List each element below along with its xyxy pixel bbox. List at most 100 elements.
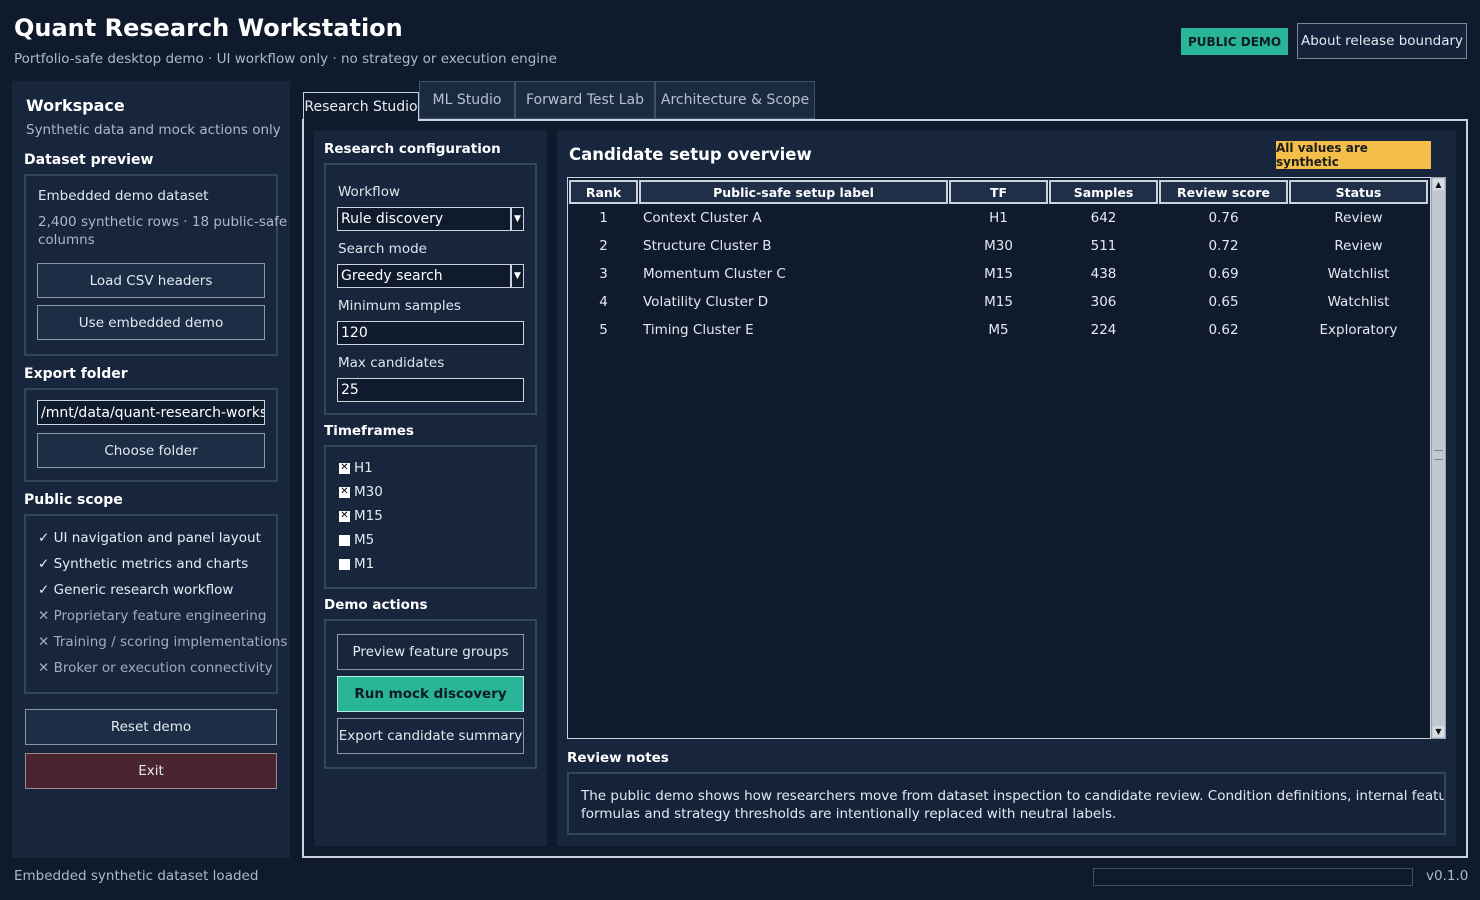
preview-feature-groups-button[interactable]: Preview feature groups — [337, 634, 524, 670]
dataset-preview-heading: Dataset preview — [24, 152, 154, 168]
table-cell[interactable]: 642 — [1049, 210, 1158, 226]
scrollbar-grip-icon[interactable] — [1434, 450, 1443, 460]
table-cell[interactable]: 438 — [1049, 266, 1158, 282]
table-cell[interactable]: 0.62 — [1159, 322, 1288, 338]
workflow-label: Workflow — [338, 184, 400, 200]
tab-architecture-scope[interactable]: Architecture & Scope — [655, 81, 815, 119]
checkbox-unchecked-icon[interactable] — [339, 558, 350, 570]
tab-research-studio[interactable]: Research Studio — [303, 92, 419, 121]
table-cell[interactable]: 4 — [569, 294, 638, 310]
table-cell[interactable]: Watchlist — [1289, 266, 1428, 282]
table-cell[interactable]: 1 — [569, 210, 638, 226]
review-notes-text: The public demo shows how researchers mo… — [567, 772, 1446, 835]
scope-item: ✓ UI navigation and panel layout — [38, 530, 261, 546]
run-mock-discovery-button[interactable]: Run mock discovery — [337, 676, 524, 712]
column-header-setup-label[interactable]: Public-safe setup label — [639, 180, 948, 204]
table-cell[interactable]: Momentum Cluster C — [643, 266, 786, 282]
checkbox-checked-icon[interactable]: ✕ — [339, 486, 350, 498]
sidebar-subtitle: Synthetic data and mock actions only — [26, 122, 281, 138]
timeframes-heading: Timeframes — [324, 423, 414, 439]
table-cell[interactable]: Review — [1289, 238, 1428, 254]
search-mode-select[interactable]: Greedy search — [337, 264, 511, 288]
status-bar-text: Embedded synthetic dataset loaded — [14, 868, 259, 884]
export-folder-heading: Export folder — [24, 366, 128, 382]
reset-demo-button[interactable]: Reset demo — [25, 709, 277, 745]
search-mode-dropdown-arrow-icon[interactable]: ▼ — [511, 264, 524, 288]
progress-bar — [1093, 868, 1413, 886]
research-config-heading: Research configuration — [324, 141, 501, 157]
workflow-dropdown-arrow-icon[interactable]: ▼ — [511, 207, 524, 231]
column-header-tf[interactable]: TF — [949, 180, 1048, 204]
table-scrollbar[interactable]: ▲ ▼ — [1431, 177, 1446, 739]
min-samples-label: Minimum samples — [338, 298, 461, 314]
scope-item: ✕ Broker or execution connectivity — [38, 660, 273, 676]
exit-button[interactable]: Exit — [25, 753, 277, 789]
app-title: Quant Research Workstation — [14, 14, 403, 42]
table-cell[interactable]: 3 — [569, 266, 638, 282]
scope-item: ✕ Training / scoring implementations — [38, 634, 288, 650]
scroll-down-arrow-icon[interactable]: ▼ — [1433, 726, 1444, 737]
load-csv-headers-button[interactable]: Load CSV headers — [37, 263, 265, 298]
max-candidates-input[interactable]: 25 — [337, 378, 524, 402]
tab-ml-studio[interactable]: ML Studio — [419, 81, 515, 119]
dataset-description-line1: 2,400 synthetic rows · 18 public-safe — [38, 214, 288, 230]
table-cell[interactable]: 0.65 — [1159, 294, 1288, 310]
table-cell[interactable]: 2 — [569, 238, 638, 254]
table-cell[interactable]: Timing Cluster E — [643, 322, 754, 338]
table-cell[interactable]: 306 — [1049, 294, 1158, 310]
public-scope-heading: Public scope — [24, 492, 123, 508]
scroll-up-arrow-icon[interactable]: ▲ — [1433, 179, 1444, 190]
public-demo-badge: PUBLIC DEMO — [1181, 28, 1288, 55]
dataset-description-line2: columns — [38, 232, 95, 248]
table-cell[interactable]: M5 — [949, 322, 1048, 338]
scope-item: ✕ Proprietary feature engineering — [38, 608, 267, 624]
scope-item: ✓ Synthetic metrics and charts — [38, 556, 249, 572]
table-cell[interactable]: Structure Cluster B — [643, 238, 772, 254]
table-cell[interactable]: 0.69 — [1159, 266, 1288, 282]
table-cell[interactable]: Volatility Cluster D — [643, 294, 768, 310]
table-cell[interactable]: 5 — [569, 322, 638, 338]
timeframe-checkbox-h1[interactable]: ✕ H1 — [339, 460, 373, 476]
choose-folder-button[interactable]: Choose folder — [37, 433, 265, 468]
demo-actions-heading: Demo actions — [324, 597, 428, 613]
timeframe-checkbox-m30[interactable]: ✕ M30 — [339, 484, 383, 500]
synthetic-values-badge: All values are synthetic — [1276, 141, 1431, 169]
review-notes-heading: Review notes — [567, 750, 669, 766]
table-cell[interactable]: Watchlist — [1289, 294, 1428, 310]
export-candidate-summary-button[interactable]: Export candidate summary — [337, 718, 524, 754]
min-samples-input[interactable]: 120 — [337, 321, 524, 345]
column-header-status[interactable]: Status — [1289, 180, 1428, 204]
use-embedded-demo-button[interactable]: Use embedded demo — [37, 305, 265, 340]
export-folder-path-input[interactable]: /mnt/data/quant-research-workstation — [37, 400, 265, 425]
checkbox-unchecked-icon[interactable] — [339, 534, 350, 546]
table-cell[interactable]: M30 — [949, 238, 1048, 254]
checkbox-checked-icon[interactable]: ✕ — [339, 462, 350, 474]
version-label: v0.1.0 — [1426, 868, 1469, 884]
table-cell[interactable]: M15 — [949, 266, 1048, 282]
table-cell[interactable]: Exploratory — [1289, 322, 1428, 338]
table-cell[interactable]: 224 — [1049, 322, 1158, 338]
table-cell[interactable]: Context Cluster A — [643, 210, 762, 226]
column-header-review-score[interactable]: Review score — [1159, 180, 1288, 204]
column-header-samples[interactable]: Samples — [1049, 180, 1158, 204]
workflow-select[interactable]: Rule discovery — [337, 207, 511, 231]
table-cell[interactable]: M15 — [949, 294, 1048, 310]
app-subtitle: Portfolio-safe desktop demo · UI workflo… — [14, 51, 557, 67]
checkbox-checked-icon[interactable]: ✕ — [339, 510, 350, 522]
about-release-boundary-button[interactable]: About release boundary — [1297, 23, 1467, 59]
sidebar-title: Workspace — [26, 96, 125, 115]
table-cell[interactable]: 0.72 — [1159, 238, 1288, 254]
timeframe-checkbox-m1[interactable]: M1 — [339, 556, 374, 572]
review-notes-line2: formulas and strategy thresholds are int… — [581, 806, 1117, 822]
timeframe-checkbox-m5[interactable]: M5 — [339, 532, 374, 548]
table-cell[interactable]: H1 — [949, 210, 1048, 226]
table-cell[interactable]: 511 — [1049, 238, 1158, 254]
review-notes-line1: The public demo shows how researchers mo… — [581, 788, 1446, 804]
candidate-overview-title: Candidate setup overview — [569, 145, 812, 164]
column-header-rank[interactable]: Rank — [569, 180, 638, 204]
tab-forward-test-lab[interactable]: Forward Test Lab — [515, 81, 655, 119]
table-cell[interactable]: Review — [1289, 210, 1428, 226]
scope-item: ✓ Generic research workflow — [38, 582, 234, 598]
timeframe-checkbox-m15[interactable]: ✕ M15 — [339, 508, 383, 524]
table-cell[interactable]: 0.76 — [1159, 210, 1288, 226]
